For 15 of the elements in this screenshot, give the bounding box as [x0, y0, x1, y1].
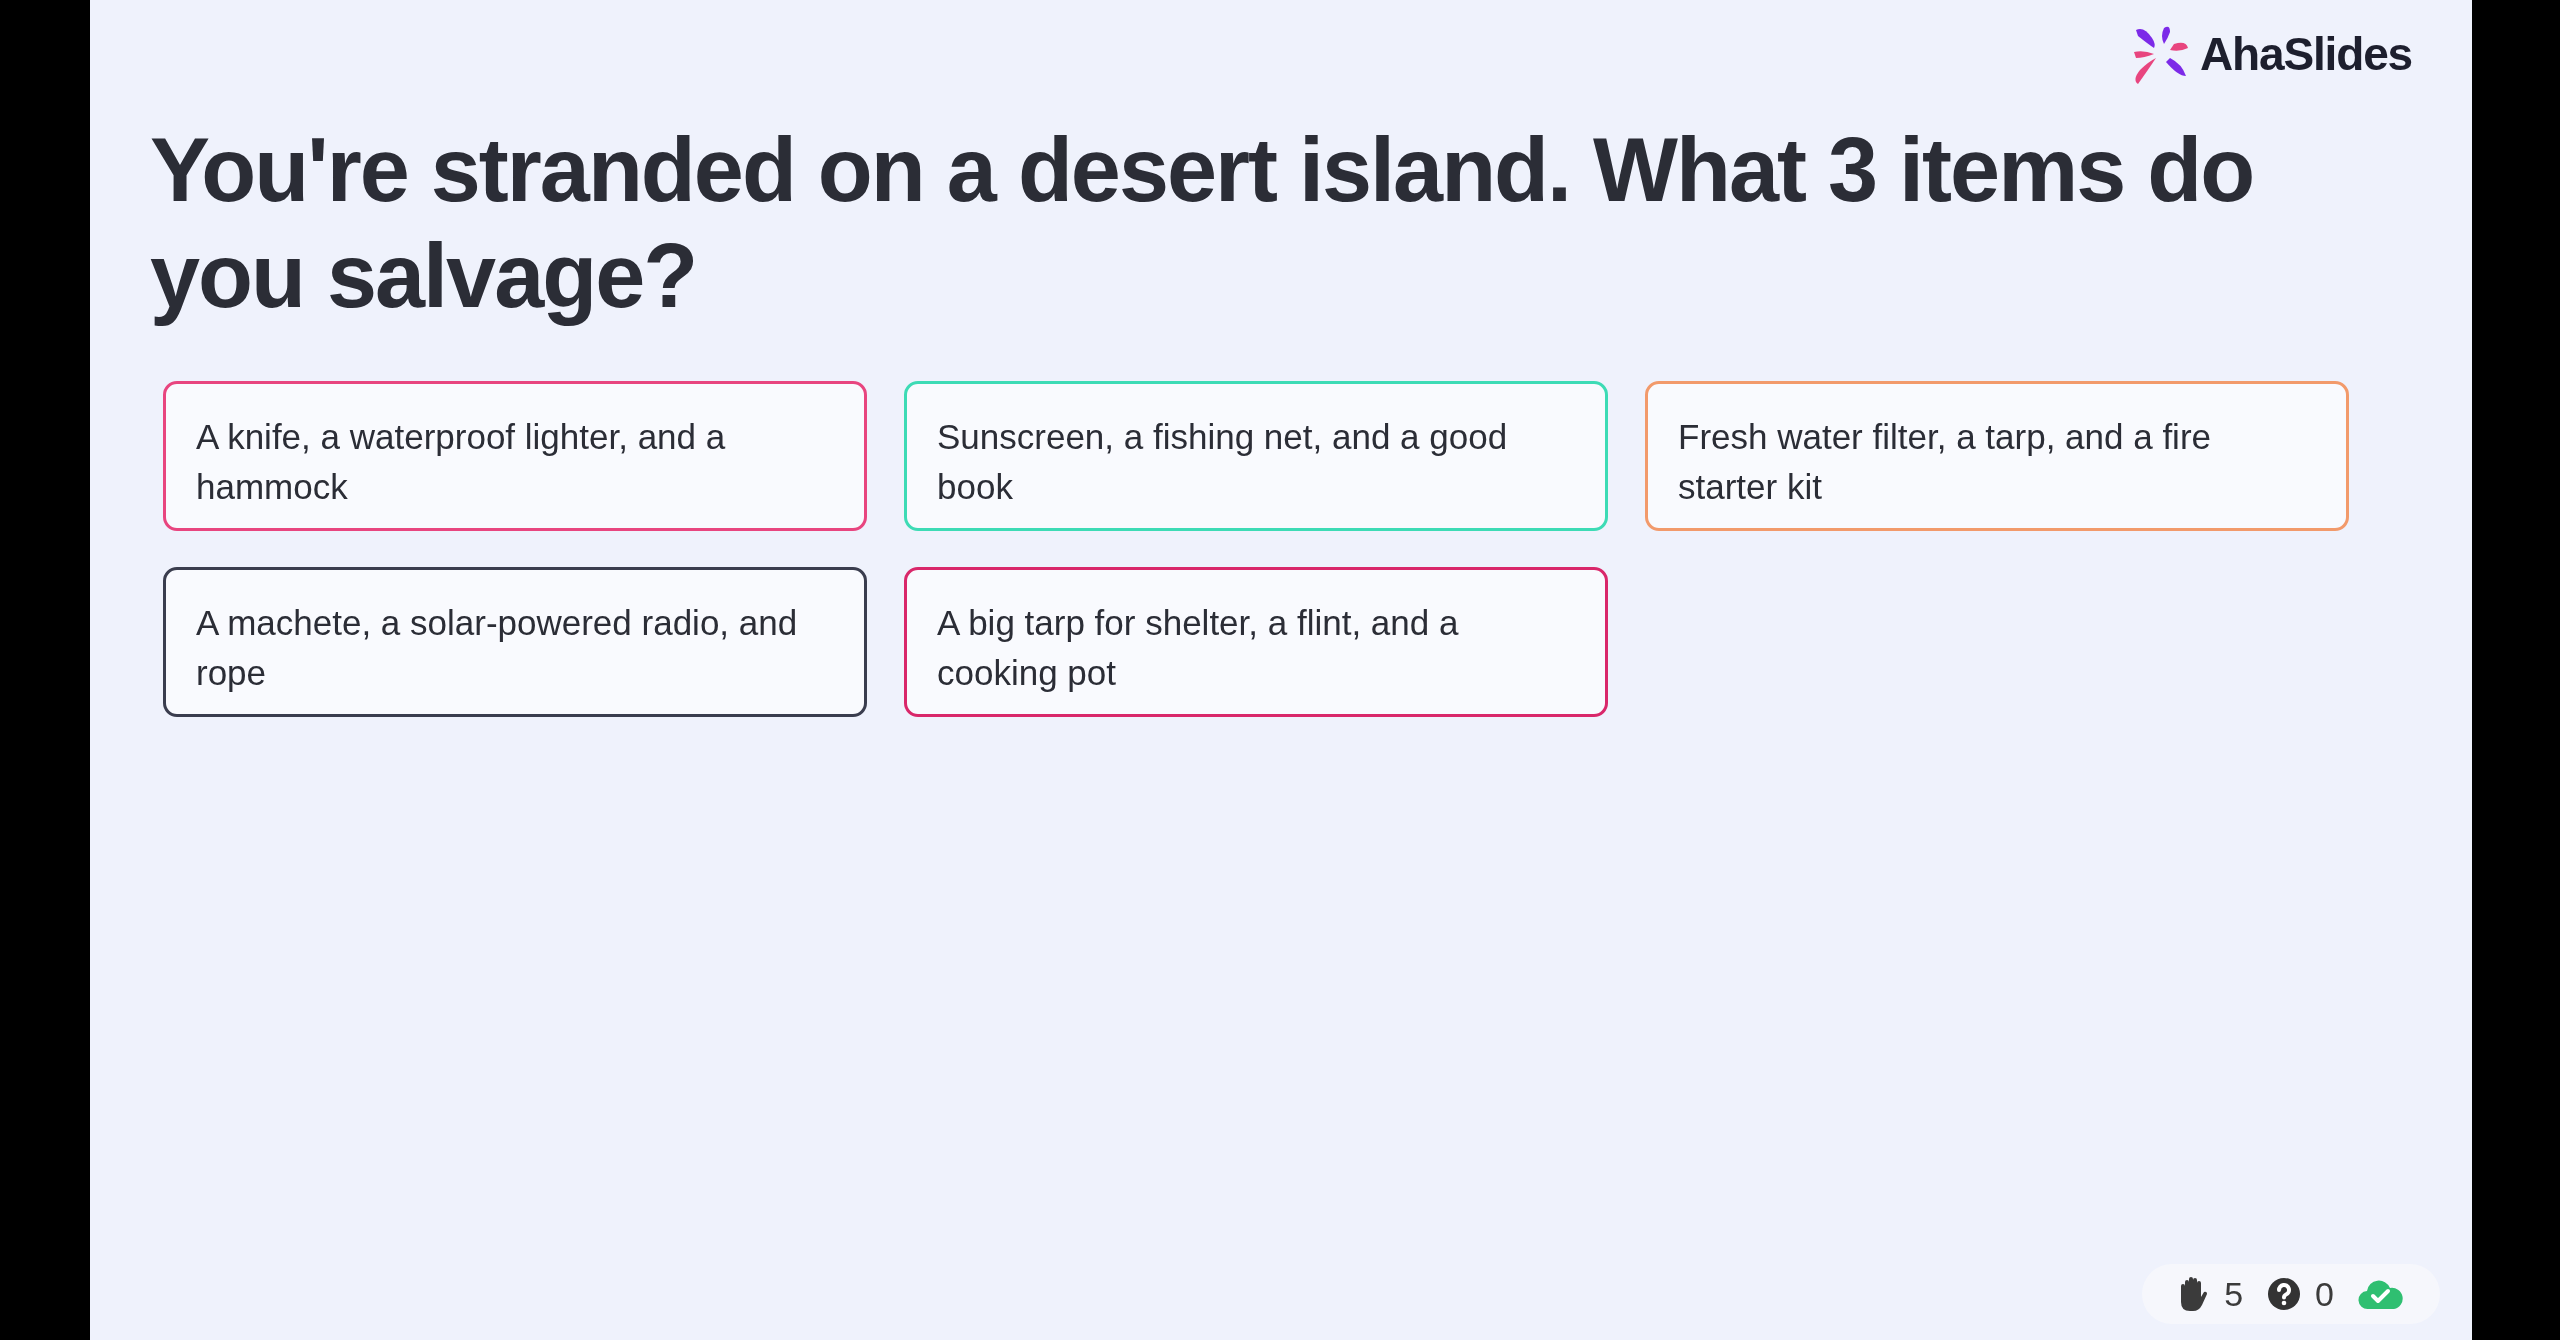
answer-option[interactable]: A machete, a solar-powered radio, and rope — [163, 567, 867, 717]
answer-option[interactable]: Sunscreen, a fishing net, and a good book — [904, 381, 1608, 531]
option-text: A big tarp for shelter, a flint, and a cooking pot — [937, 603, 1459, 692]
answer-option[interactable]: Fresh water filter, a tarp, and a fire starter kit — [1645, 381, 2349, 531]
option-text: Fresh water filter, a tarp, and a fire starter kit — [1678, 417, 2211, 506]
questions-count: 0 — [2315, 1273, 2334, 1315]
option-text: A machete, a solar-powered radio, and rope — [196, 603, 798, 692]
answer-option[interactable]: A big tarp for shelter, a flint, and a cooking pot — [904, 567, 1608, 717]
question-icon — [2267, 1277, 2302, 1311]
logo-text: AhaSlides — [2199, 27, 2412, 82]
answer-option[interactable]: A knife, a waterproof lighter, and a hammock — [163, 381, 867, 531]
question-title: You're stranded on a desert island. What 3 items do you salvage? — [150, 119, 2255, 328]
option-text: Sunscreen, a fishing net, and a good book — [937, 417, 1508, 506]
hands-count: 5 — [2224, 1273, 2244, 1315]
option-text: A knife, a waterproof lighter, and a hammock — [196, 417, 726, 506]
